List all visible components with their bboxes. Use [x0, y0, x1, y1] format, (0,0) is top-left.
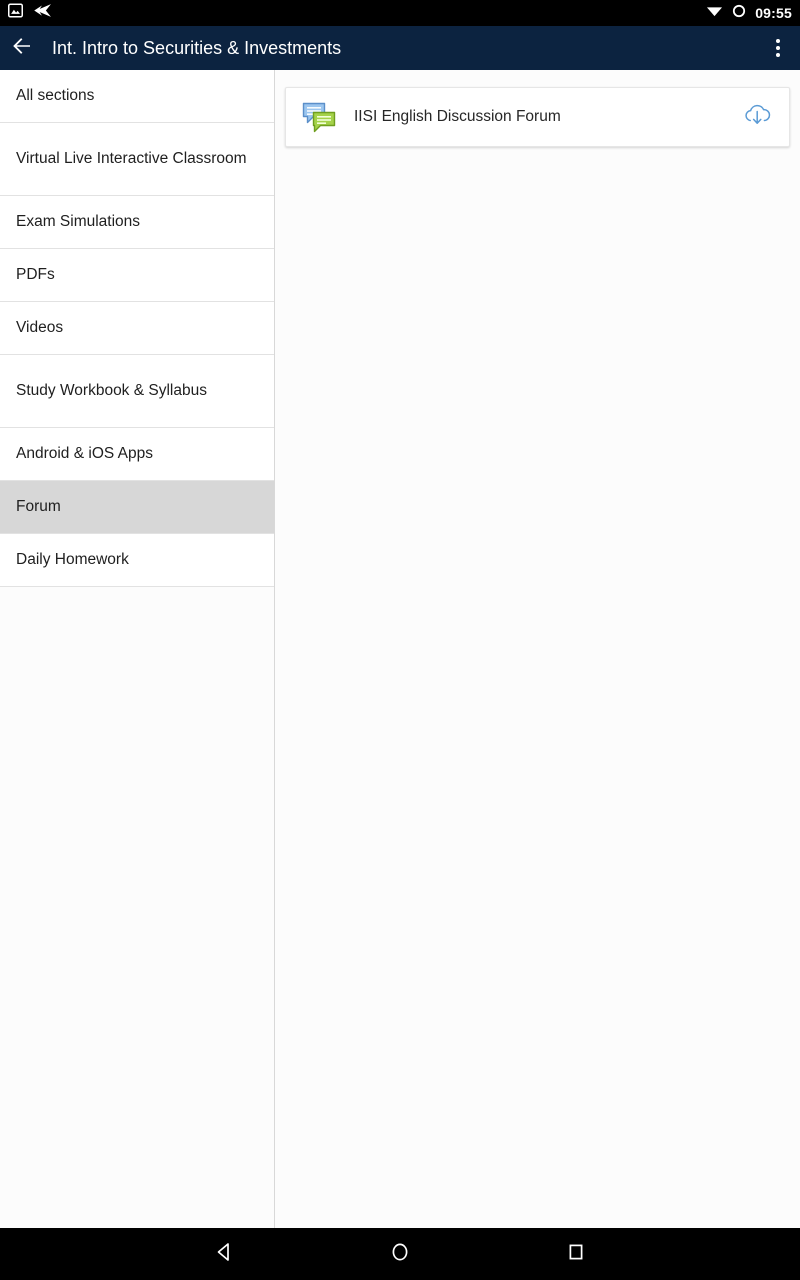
rewind-arrow-icon	[33, 3, 52, 23]
sidebar-item-exam-simulations[interactable]: Exam Simulations	[0, 196, 274, 249]
download-button[interactable]	[739, 99, 775, 135]
recents-nav-button[interactable]	[548, 1228, 604, 1280]
overflow-menu-button[interactable]	[756, 26, 800, 70]
status-bar: 09:55	[0, 0, 800, 26]
forum-bubbles-icon	[302, 101, 336, 133]
page-title: Int. Intro to Securities & Investments	[52, 37, 342, 58]
circle-home-icon	[389, 1241, 411, 1268]
system-navigation-bar	[0, 1228, 800, 1280]
image-icon	[8, 3, 23, 23]
sidebar-item-virtual-live-interactive-classroom[interactable]: Virtual Live Interactive Classroom	[0, 123, 274, 196]
content-area: All sections Virtual Live Interactive Cla…	[0, 70, 800, 1228]
back-arrow-icon	[10, 34, 34, 63]
sidebar-item-label: PDFs	[16, 265, 55, 283]
status-bar-left-icons	[8, 3, 52, 23]
sidebar-item-android-ios-apps[interactable]: Android & iOS Apps	[0, 428, 274, 481]
more-vert-icon-dot-3	[776, 53, 780, 57]
status-bar-clock: 09:55	[755, 5, 792, 21]
more-vert-icon-dot-2	[776, 46, 780, 50]
home-nav-button[interactable]	[372, 1228, 428, 1280]
sidebar-item-label: Study Workbook & Syllabus	[16, 381, 207, 399]
section-list: All sections Virtual Live Interactive Cla…	[0, 70, 274, 587]
status-bar-right-icons: 09:55	[706, 0, 792, 26]
sidebar-item-all-sections[interactable]: All sections	[0, 70, 274, 123]
sidebar-item-label: Virtual Live Interactive Classroom	[16, 149, 247, 167]
forum-card[interactable]: IISI English Discussion Forum	[285, 87, 790, 147]
sidebar-item-videos[interactable]: Videos	[0, 302, 274, 355]
triangle-back-icon	[213, 1241, 235, 1268]
square-recents-icon	[565, 1241, 587, 1268]
back-nav-button[interactable]	[196, 1228, 252, 1280]
sidebar-item-pdfs[interactable]: PDFs	[0, 249, 274, 302]
more-vert-icon-dot-1	[776, 39, 780, 43]
sidebar-item-study-workbook-syllabus[interactable]: Study Workbook & Syllabus	[0, 355, 274, 428]
sidebar-item-label: Android & iOS Apps	[16, 444, 153, 462]
sidebar-item-label: Daily Homework	[16, 550, 129, 568]
app-root: 09:55 Int. Intro to Securities & Investm…	[0, 0, 800, 1280]
app-bar: Int. Intro to Securities & Investments	[0, 26, 800, 70]
sidebar-item-label: All sections	[16, 86, 95, 104]
sidebar-item-forum[interactable]: Forum	[0, 481, 274, 534]
cloud-download-icon	[742, 101, 772, 134]
sidebar-item-daily-homework[interactable]: Daily Homework	[0, 534, 274, 587]
sidebar-item-label: Exam Simulations	[16, 212, 141, 230]
wifi-icon	[706, 4, 723, 23]
battery-ring-icon	[732, 4, 746, 23]
back-button[interactable]	[0, 26, 44, 70]
section-content-pane: IISI English Discussion Forum	[275, 70, 800, 1228]
sidebar-item-label: Videos	[16, 318, 64, 336]
sidebar-item-label: Forum	[16, 497, 61, 515]
sections-sidebar: All sections Virtual Live Interactive Cla…	[0, 70, 275, 1228]
forum-card-title: IISI English Discussion Forum	[354, 108, 561, 125]
